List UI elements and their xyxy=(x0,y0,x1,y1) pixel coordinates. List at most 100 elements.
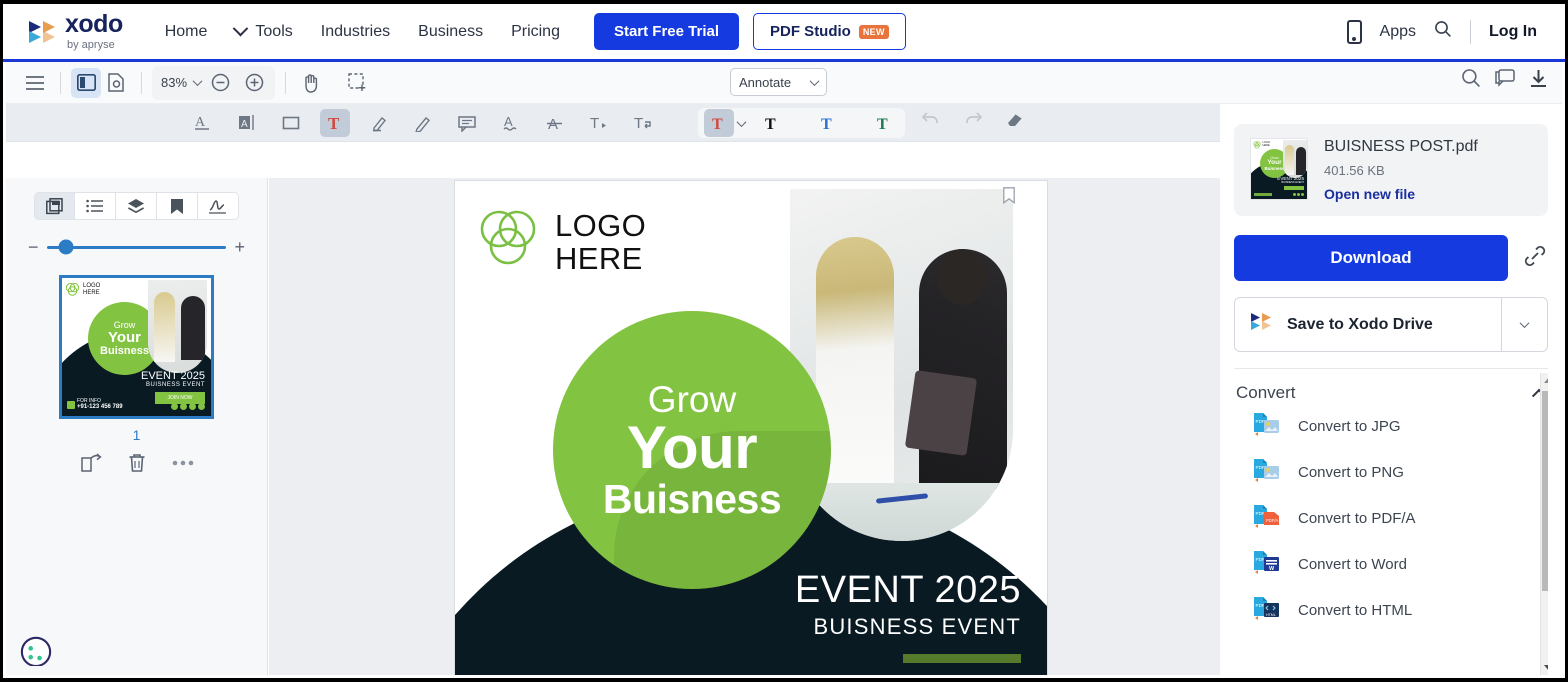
nav-divider xyxy=(1470,19,1472,44)
convert-section-header[interactable]: Convert xyxy=(1234,383,1548,403)
signature-tab[interactable] xyxy=(198,192,239,220)
rectangle-tool[interactable] xyxy=(276,109,306,137)
color-green[interactable]: T xyxy=(869,109,899,137)
convert-to-pdfa-item[interactable]: PDF PDF/A Convert to PDF/A xyxy=(1234,495,1548,541)
cookie-settings-icon[interactable] xyxy=(16,636,56,671)
open-new-file-link[interactable]: Open new file xyxy=(1324,186,1478,202)
marquee-select-icon[interactable] xyxy=(342,68,372,98)
pdf-to-word-icon: PDF W xyxy=(1252,550,1282,578)
convert-to-png-label: Convert to PNG xyxy=(1298,463,1404,481)
rotate-page-button[interactable] xyxy=(80,453,102,473)
logo-tagline: by apryse xyxy=(67,39,115,51)
convert-to-png-item[interactable]: PDF Convert to PNG xyxy=(1234,449,1548,495)
annotate-mode-select[interactable]: Annotate xyxy=(730,68,827,96)
redo-icon[interactable] xyxy=(963,110,983,131)
nav-item-business[interactable]: Business xyxy=(418,23,483,41)
search-icon[interactable] xyxy=(1434,20,1452,43)
pdf-studio-button[interactable]: PDF Studio NEW xyxy=(753,13,906,50)
squiggly-underline-tool[interactable]: A xyxy=(496,109,526,137)
convert-to-word-item[interactable]: PDF W Convert to Word xyxy=(1234,541,1548,587)
copy-link-icon[interactable] xyxy=(1522,243,1548,274)
chevron-down-icon[interactable] xyxy=(192,76,203,87)
bookmarks-tab[interactable] xyxy=(157,192,198,220)
thumbnail-size-slider[interactable]: − + xyxy=(28,238,245,256)
right-panel-scrollbar[interactable] xyxy=(1540,373,1548,675)
zoom-out-icon[interactable] xyxy=(205,68,235,98)
svg-text:PDF: PDF xyxy=(1256,465,1265,470)
highlight-tool[interactable] xyxy=(364,109,394,137)
strikeout-tool[interactable]: A xyxy=(540,109,570,137)
scroll-up-arrow-icon[interactable] xyxy=(1544,377,1548,383)
chevron-down-icon[interactable] xyxy=(736,116,747,127)
login-button[interactable]: Log In xyxy=(1489,23,1537,41)
xodo-logo[interactable]: xodo by apryse xyxy=(27,12,123,51)
color-black[interactable]: T xyxy=(757,109,787,137)
start-free-trial-button[interactable]: Start Free Trial xyxy=(593,13,740,50)
scroll-down-arrow-icon[interactable] xyxy=(1544,665,1548,671)
apps-link[interactable]: Apps xyxy=(1380,23,1416,41)
hamburger-icon[interactable] xyxy=(20,68,50,98)
text-select-tool[interactable]: A xyxy=(232,109,262,137)
svg-text:A: A xyxy=(504,114,513,129)
viewer-toolbar: 83% Annotate xyxy=(6,62,1562,104)
underline-text-tool[interactable]: A xyxy=(188,109,218,137)
free-text-tool[interactable]: T xyxy=(320,108,350,137)
thumbnail-zoom-out-icon[interactable]: − xyxy=(28,238,39,256)
xodo-drive-icon xyxy=(1249,310,1275,339)
page-bookmark-icon[interactable] xyxy=(1003,187,1015,205)
nav-item-pricing[interactable]: Pricing xyxy=(511,23,560,41)
slider-handle[interactable] xyxy=(58,239,74,255)
nav-item-industries[interactable]: Industries xyxy=(321,23,390,41)
save-options-dropdown[interactable] xyxy=(1501,298,1547,351)
download-icon[interactable] xyxy=(1529,69,1548,93)
note-tool[interactable] xyxy=(452,109,482,137)
zoom-in-icon[interactable] xyxy=(239,68,269,98)
pen-tool[interactable] xyxy=(408,109,438,137)
zoom-level-value[interactable]: 83% xyxy=(158,75,190,90)
svg-text:A: A xyxy=(241,119,248,130)
left-panel-icon[interactable] xyxy=(71,67,101,98)
convert-section: Convert PDF Convert to JPG PDF Convert t… xyxy=(1234,368,1548,675)
eraser-icon[interactable] xyxy=(1005,109,1025,132)
insert-text-tool[interactable]: T xyxy=(584,109,614,137)
save-to-xodo-drive-button[interactable]: Save to Xodo Drive xyxy=(1235,298,1501,351)
new-badge: NEW xyxy=(858,24,889,39)
thumbnail-zoom-in-icon[interactable]: + xyxy=(234,238,245,256)
undo-icon[interactable] xyxy=(921,110,941,131)
color-blue[interactable]: T xyxy=(813,109,843,137)
color-red-active[interactable]: T xyxy=(704,109,734,137)
convert-to-jpg-label: Convert to JPG xyxy=(1298,417,1401,435)
page-accent-bar xyxy=(903,654,1021,663)
convert-to-jpg-item[interactable]: PDF Convert to JPG xyxy=(1234,403,1548,449)
svg-text:PDF: PDF xyxy=(1256,557,1265,562)
nav-item-home[interactable]: Home xyxy=(165,23,208,41)
nav-item-tools[interactable]: Tools xyxy=(233,20,293,41)
thumbnails-tab[interactable] xyxy=(34,192,75,220)
page-event-subtitle: BUISNESS EVENT xyxy=(813,614,1021,639)
page-action-buttons xyxy=(6,453,267,473)
delete-page-button[interactable] xyxy=(128,453,146,473)
pan-hand-icon[interactable] xyxy=(296,68,326,98)
pdf-to-html-icon: PDF HTML xyxy=(1252,596,1282,624)
slider-track[interactable] xyxy=(46,239,227,255)
layers-tab[interactable] xyxy=(116,192,157,220)
file-name-label: BUISNESS POST.pdf xyxy=(1324,138,1478,155)
search-icon[interactable] xyxy=(1461,68,1481,93)
app-frame: xodo by apryse Home Tools Industries Bus… xyxy=(0,0,1568,682)
svg-text:T: T xyxy=(877,116,888,132)
page-settings-icon[interactable] xyxy=(101,68,131,98)
scrollbar-thumb[interactable] xyxy=(1542,391,1548,591)
page-thumbnail-1[interactable]: Grow Your Buisness LOGO HERE EVENT 2025 B… xyxy=(59,275,214,419)
outline-tab[interactable] xyxy=(75,192,116,220)
page-event-block: EVENT 2025 BUISNESS EVENT xyxy=(795,569,1021,663)
convert-to-html-item[interactable]: PDF HTML Convert to HTML xyxy=(1234,587,1548,633)
comments-icon[interactable] xyxy=(1495,68,1515,93)
more-options-button[interactable] xyxy=(172,460,194,466)
save-to-drive-label: Save to Xodo Drive xyxy=(1287,315,1433,333)
download-button[interactable]: Download xyxy=(1234,235,1508,281)
replace-text-tool[interactable]: T xyxy=(628,109,658,137)
panel-tabs xyxy=(6,192,267,220)
pdf-page-1[interactable]: LOGO HERE Grow Your Buisness EVENT 2025 … xyxy=(455,181,1047,675)
text-color-group: T T T T xyxy=(698,108,905,138)
file-actions-panel: Grow Your Buisness LOGO HERE EVENT 2025 BUI… xyxy=(1220,104,1562,675)
